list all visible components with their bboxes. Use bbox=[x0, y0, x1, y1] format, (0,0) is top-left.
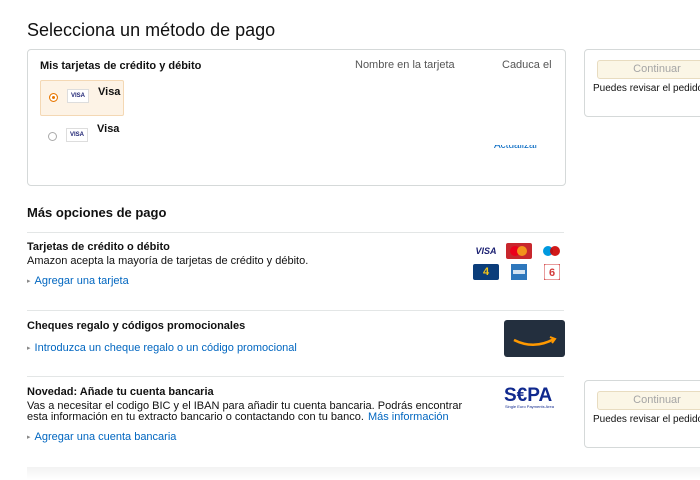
divider bbox=[27, 376, 564, 377]
saved-cards-heading: Mis tarjetas de crédito y débito bbox=[40, 60, 202, 72]
review-note: Puedes revisar el pedido antes de finali… bbox=[593, 83, 700, 94]
order-summary-box: Continuar Puedes revisar el pedido antes… bbox=[584, 49, 700, 117]
maestro-logo-icon bbox=[539, 243, 565, 259]
visa-card-icon: VISA bbox=[66, 128, 88, 142]
name-on-card-column-header: Nombre en la tarjeta bbox=[355, 59, 455, 71]
saved-card-row[interactable]: VISA Visa bbox=[40, 80, 124, 116]
expiry-column-header: Caduca el bbox=[502, 59, 552, 71]
redeem-gift-card-link[interactable]: ▸ Introduzca un cheque regalo o un código… bbox=[27, 342, 297, 354]
more-payment-options-heading: Más opciones de pago bbox=[27, 205, 167, 220]
continue-button[interactable]: Continuar bbox=[597, 60, 700, 79]
card-label: Visa bbox=[98, 86, 121, 98]
continue-button[interactable]: Continuar bbox=[597, 391, 700, 410]
amex-logo-icon bbox=[506, 264, 532, 280]
bank-account-option-title: Novedad: Añade tu cuenta bancaria bbox=[27, 386, 214, 398]
card-radio-selected[interactable] bbox=[49, 93, 58, 102]
sepa-logo-icon: S€PA Single Euro Payments Area bbox=[504, 385, 554, 409]
update-card-link[interactable]: Actualizar bbox=[494, 145, 538, 151]
link-arrow-icon: ▸ bbox=[27, 278, 31, 285]
svg-text:6: 6 bbox=[549, 267, 555, 279]
more-info-link[interactable]: Más información bbox=[368, 411, 449, 423]
saved-cards-panel: Mis tarjetas de crédito y débito Nombre … bbox=[27, 49, 566, 186]
saved-card-row[interactable]: VISA Visa bbox=[40, 120, 122, 154]
card-radio[interactable] bbox=[48, 132, 57, 141]
amazon-gift-card-icon bbox=[504, 320, 565, 357]
add-bank-account-link[interactable]: ▸ Agregar una cuenta bancaria bbox=[27, 431, 176, 443]
mastercard-logo-icon bbox=[506, 243, 532, 259]
page-title: Selecciona un método de pago bbox=[27, 20, 276, 40]
divider bbox=[27, 310, 564, 311]
link-arrow-icon: ▸ bbox=[27, 345, 31, 352]
footer-shadow bbox=[27, 467, 700, 480]
add-card-link[interactable]: ▸ Agregar una tarjeta bbox=[27, 275, 129, 287]
gift-card-option-title: Cheques regalo y códigos promocionales bbox=[27, 320, 246, 332]
divider bbox=[27, 232, 564, 233]
order-summary-box-bottom: Continuar Puedes revisar el pedido antes… bbox=[584, 380, 700, 448]
credit-card-option-title: Tarjetas de crédito o débito bbox=[27, 241, 170, 253]
card-label: Visa bbox=[97, 123, 120, 135]
bank-account-desc-line2: esta información en tu extracto bancario… bbox=[27, 411, 449, 423]
visa-logo-icon: VISA bbox=[475, 246, 497, 256]
6000-logo-icon: 6 bbox=[539, 263, 565, 281]
visa-card-icon: VISA bbox=[67, 89, 89, 103]
link-arrow-icon: ▸ bbox=[27, 434, 31, 441]
review-note: Puedes revisar el pedido antes de finali… bbox=[593, 414, 700, 425]
credit-card-option-desc: Amazon acepta la mayoría de tarjetas de … bbox=[27, 255, 309, 267]
4b-logo-icon: 4 bbox=[473, 264, 499, 280]
